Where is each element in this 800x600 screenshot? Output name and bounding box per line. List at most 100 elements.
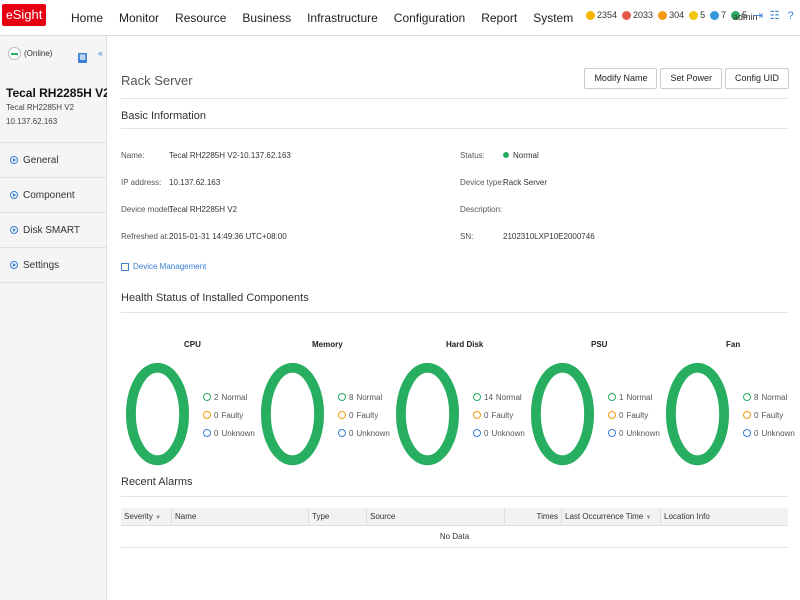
- component-psu[interactable]: PSU 1 Normal 0 Faulty 0 Unknown: [526, 336, 662, 466]
- alarm-warning[interactable]: 5: [689, 10, 705, 20]
- top-icons: ⇥ ☷ ? ≡: [753, 10, 800, 22]
- legend-faulty: 0 Faulty: [608, 406, 660, 424]
- nav-business[interactable]: Business: [234, 0, 299, 36]
- component-title: Memory: [312, 340, 343, 349]
- component-hard-disk[interactable]: Hard Disk 14 Normal 0 Faulty 0 Unknown: [391, 336, 527, 466]
- top-bar: eSight Home Monitor Resource Business In…: [0, 0, 800, 36]
- component-cpu[interactable]: CPU 2 Normal 0 Faulty 0 Unknown: [121, 336, 257, 466]
- minor-alarm-icon: [658, 10, 668, 20]
- name-label: Name:: [121, 151, 145, 160]
- device-status-icon: [8, 47, 21, 60]
- device-type-icon[interactable]: ▦: [78, 53, 87, 63]
- main-nav: Home Monitor Resource Business Infrastru…: [63, 0, 581, 36]
- alarm-minor[interactable]: 304: [658, 10, 684, 20]
- legend-faulty: 0 Faulty: [338, 406, 390, 424]
- unknown-legend-icon: [338, 429, 346, 437]
- type-label: Device type:: [460, 178, 505, 187]
- normal-legend-icon: [338, 393, 346, 401]
- device-status: (Online): [24, 49, 53, 58]
- nav-monitor[interactable]: Monitor: [111, 0, 167, 36]
- column-location[interactable]: Location Info: [660, 508, 788, 526]
- unknown-legend-icon: [203, 429, 211, 437]
- sidebar-item-label: Disk SMART: [23, 224, 81, 236]
- set-power-button[interactable]: Set Power: [660, 68, 722, 89]
- sidebar-item-label: Settings: [23, 259, 60, 271]
- sort-down-icon: ▼: [155, 515, 162, 521]
- nav-system[interactable]: System: [525, 0, 581, 36]
- normal-legend-icon: [608, 393, 616, 401]
- sidebar-item-general[interactable]: General: [0, 143, 106, 178]
- legend-faulty: 0 Faulty: [203, 406, 255, 424]
- status-label: Status:: [460, 151, 485, 160]
- sidebar-item-label: General: [23, 154, 59, 166]
- sn-label: SN:: [460, 232, 474, 241]
- column-type[interactable]: Type: [308, 508, 366, 526]
- device-management-link[interactable]: Device Management: [121, 262, 206, 271]
- device-management-icon: [121, 262, 129, 271]
- divider: [121, 496, 788, 497]
- modify-name-button[interactable]: Modify Name: [584, 68, 658, 89]
- health-status-title: Health Status of Installed Components: [121, 292, 309, 304]
- legend-unknown: 0 Unknown: [608, 424, 660, 442]
- divider: [121, 312, 788, 313]
- legend-normal: 14 Normal: [473, 388, 525, 406]
- sidebar: (Online) ▦ « Tecal RH2285H V2-10.... Tec…: [0, 36, 141, 600]
- action-buttons: Modify Name Set Power Config UID: [584, 68, 789, 89]
- alarm-major[interactable]: 2033: [622, 10, 653, 20]
- column-severity[interactable]: Severity ▼: [121, 508, 171, 526]
- nav-report[interactable]: Report: [473, 0, 525, 36]
- component-title: CPU: [184, 340, 201, 349]
- column-source[interactable]: Source: [366, 508, 504, 526]
- help-icon[interactable]: ?: [785, 10, 796, 22]
- logout-icon[interactable]: ⇥: [753, 10, 764, 22]
- alarm-info[interactable]: 7: [710, 10, 726, 20]
- status-value: Normal: [503, 151, 539, 160]
- model-label: Device model:: [121, 205, 172, 214]
- esight-logo[interactable]: eSight: [2, 4, 47, 26]
- faulty-legend-icon: [743, 411, 751, 419]
- component-legend: 8 Normal 0 Faulty 0 Unknown: [338, 388, 390, 442]
- description-label: Description:: [460, 205, 503, 214]
- alarm-critical[interactable]: 2354: [586, 10, 617, 20]
- component-title: Fan: [726, 340, 741, 349]
- warning-alarm-icon: [689, 10, 699, 20]
- component-title: Hard Disk: [446, 340, 484, 349]
- config-uid-button[interactable]: Config UID: [724, 68, 789, 89]
- normal-status-icon: [503, 152, 509, 158]
- arrow-circle-icon: [10, 261, 18, 269]
- empty-row: No Data: [121, 526, 788, 548]
- basic-info-title: Basic Information: [121, 110, 206, 122]
- legend-unknown: 0 Unknown: [203, 424, 255, 442]
- column-times[interactable]: Times: [504, 508, 561, 526]
- legend-unknown: 0 Unknown: [338, 424, 390, 442]
- sidebar-item-component[interactable]: Component: [0, 178, 106, 213]
- major-alarm-icon: [622, 10, 632, 20]
- divider: [121, 128, 788, 129]
- normal-legend-icon: [473, 393, 481, 401]
- component-legend: 8 Normal 0 Faulty 0 Unknown: [743, 388, 795, 442]
- topology-icon[interactable]: ☷: [769, 10, 780, 22]
- nav-configuration[interactable]: Configuration: [386, 0, 473, 36]
- component-fan[interactable]: Fan 8 Normal 0 Faulty 0 Unknown: [661, 336, 797, 466]
- normal-legend-icon: [743, 393, 751, 401]
- collapse-sidebar-icon[interactable]: «: [98, 48, 103, 58]
- legend-normal: 1 Normal: [608, 388, 660, 406]
- legend-faulty: 0 Faulty: [743, 406, 795, 424]
- nav-home[interactable]: Home: [63, 0, 111, 36]
- legend-unknown: 0 Unknown: [743, 424, 795, 442]
- nav-resource[interactable]: Resource: [167, 0, 234, 36]
- device-model: Tecal RH2285H V2: [6, 103, 75, 112]
- arrow-circle-icon: [10, 156, 18, 164]
- faulty-legend-icon: [473, 411, 481, 419]
- column-name[interactable]: Name: [171, 508, 308, 526]
- nav-infrastructure[interactable]: Infrastructure: [299, 0, 386, 36]
- device-ip: 10.137.62.163: [6, 117, 58, 126]
- alarms-table: Severity ▼ Name Type Source Times Last O…: [121, 508, 788, 548]
- column-last-occurrence[interactable]: Last Occurrence Time ▼: [561, 508, 660, 526]
- sidebar-item-settings[interactable]: Settings: [0, 248, 106, 283]
- component-memory[interactable]: Memory 8 Normal 0 Faulty 0 Unknown: [256, 336, 392, 466]
- faulty-legend-icon: [608, 411, 616, 419]
- legend-faulty: 0 Faulty: [473, 406, 525, 424]
- sidebar-item-disk-smart[interactable]: Disk SMART: [0, 213, 106, 248]
- legend-normal: 2 Normal: [203, 388, 255, 406]
